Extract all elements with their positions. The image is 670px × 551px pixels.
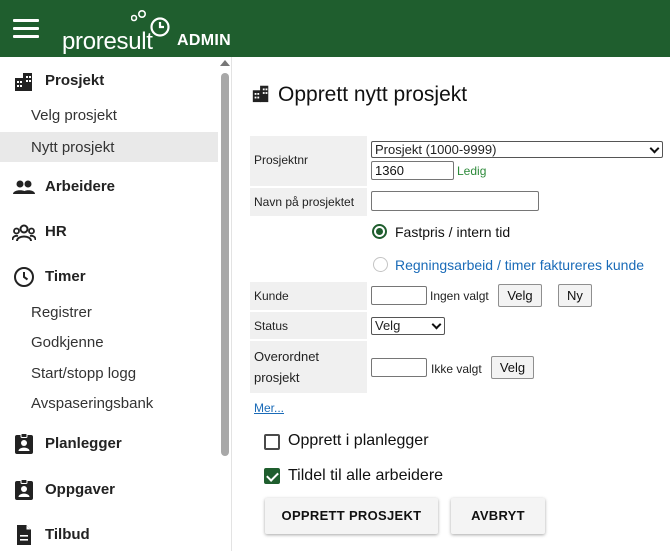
scroll-up-arrow-icon[interactable] — [220, 60, 230, 66]
radio-hourly-label[interactable]: Regningsarbeid / timer faktureres kunde — [395, 257, 644, 273]
availability-status: Ledig — [457, 164, 487, 178]
radio-hourly[interactable] — [373, 257, 388, 272]
overordnet-label-line2: prosjekt — [254, 370, 300, 385]
sidebar-item-godkjenne[interactable]: Godkjenne — [0, 327, 218, 357]
chevron-down-icon — [431, 319, 442, 330]
sidebar-item-label: Godkjenne — [31, 334, 104, 351]
project-number-value: 1360 — [375, 163, 404, 178]
main-content: Opprett nytt prosjekt Prosjektnr Prosjek… — [233, 57, 670, 551]
clock-icon — [14, 267, 34, 287]
sidebar-item-start-stopp-logg[interactable]: Start/stopp logg — [0, 358, 218, 388]
sidebar-group-label: Tilbud — [45, 526, 90, 543]
sidebar-group-label: Planlegger — [45, 435, 122, 452]
sidebar-group-label: Arbeidere — [45, 178, 116, 195]
new-customer-button[interactable]: Ny — [558, 284, 592, 307]
sidebar-group-label: Prosjekt — [45, 72, 105, 89]
parent-project-status: Ikke valgt — [431, 362, 482, 376]
customer-status: Ingen valgt — [430, 289, 489, 303]
navn-label: Navn på prosjektet — [254, 195, 355, 209]
logo-clock-icon — [131, 10, 170, 37]
kunde-label-cell: Kunde — [250, 282, 367, 310]
sidebar-item-registrer[interactable]: Registrer — [0, 297, 218, 327]
checkbox-assign-all-workers[interactable] — [264, 468, 280, 484]
select-parent-project-button[interactable]: Velg — [491, 356, 534, 379]
checkbox-assign-all-workers-label[interactable]: Tildel til alle arbeidere — [288, 467, 443, 485]
sidebar: Prosjekt Velg prosjekt Nytt prosjekt Arb… — [0, 57, 232, 551]
kunde-label: Kunde — [254, 289, 289, 303]
prosjektnr-label: Prosjektnr — [254, 153, 309, 167]
sidebar-scroll-thumb[interactable] — [221, 73, 229, 456]
document-icon — [17, 525, 31, 545]
overordnet-label-line1: Overordnet — [254, 349, 320, 364]
sidebar-item-label: Start/stopp logg — [31, 365, 137, 382]
buildings-icon — [15, 73, 32, 91]
status-select[interactable]: Velg — [371, 317, 445, 335]
sidebar-item-label: Avspaseringsbank — [31, 395, 154, 412]
sidebar-group-label: HR — [45, 223, 67, 240]
project-name-input[interactable] — [371, 191, 539, 211]
prosjektnr-label-cell: Prosjektnr — [250, 136, 367, 186]
badge-person-icon — [15, 479, 33, 500]
cancel-button[interactable]: AVBRYT — [451, 498, 545, 534]
sidebar-item-label: Velg prosjekt — [31, 107, 117, 124]
status-label-cell: Status — [250, 312, 367, 339]
status-select-value: Velg — [375, 318, 401, 333]
group-icon — [12, 224, 36, 242]
sidebar-item-planlegger[interactable]: Planlegger — [0, 428, 218, 458]
sidebar-item-oppgaver[interactable]: Oppgaver — [0, 474, 218, 504]
navn-label-cell: Navn på prosjektet — [250, 188, 367, 216]
buildings-icon — [252, 85, 269, 103]
top-bar: proresult ADMIN — [0, 0, 670, 57]
sidebar-item-arbeidere[interactable]: Arbeidere — [0, 171, 218, 201]
chevron-down-icon — [649, 143, 660, 154]
sidebar-item-label: Registrer — [31, 304, 92, 321]
parent-project-input[interactable] — [371, 358, 427, 377]
sidebar-item-tilbud[interactable]: Tilbud — [0, 519, 218, 549]
sidebar-item-nytt-prosjekt[interactable]: Nytt prosjekt — [0, 132, 218, 162]
page-title: Opprett nytt prosjekt — [278, 83, 468, 106]
checkbox-create-in-planner-label[interactable]: Opprett i planlegger — [288, 432, 429, 450]
sidebar-group-label: Timer — [45, 268, 86, 285]
sidebar-item-label: Nytt prosjekt — [31, 139, 115, 156]
more-link[interactable]: Mer... — [254, 401, 284, 415]
menu-icon[interactable] — [13, 19, 39, 39]
create-project-button[interactable]: OPPRETT PROSJEKT — [265, 498, 438, 534]
project-range-select[interactable]: Prosjekt (1000-9999) — [371, 141, 663, 158]
sidebar-item-prosjekt[interactable]: Prosjekt — [0, 65, 218, 95]
select-customer-button[interactable]: Velg — [498, 284, 542, 307]
sidebar-group-label: Oppgaver — [45, 481, 116, 498]
project-number-input[interactable]: 1360 — [371, 161, 454, 180]
sidebar-item-velg-prosjekt[interactable]: Velg prosjekt — [0, 100, 218, 130]
sidebar-item-avspaseringsbank[interactable]: Avspaseringsbank — [0, 388, 218, 418]
radio-fixed-price-label[interactable]: Fastpris / intern tid — [395, 224, 510, 240]
people-icon — [13, 180, 35, 194]
overordnet-label-cell: Overordnet prosjekt — [250, 341, 367, 393]
status-label: Status — [254, 319, 289, 333]
sidebar-item-hr[interactable]: HR — [0, 216, 218, 246]
project-range-value: Prosjekt (1000-9999) — [375, 142, 497, 157]
checkbox-create-in-planner[interactable] — [264, 434, 280, 450]
customer-input[interactable] — [371, 286, 427, 305]
radio-fixed-price[interactable] — [372, 224, 387, 239]
badge-person-icon — [15, 433, 33, 454]
logo-admin-badge: ADMIN — [177, 32, 231, 49]
sidebar-item-timer[interactable]: Timer — [0, 261, 218, 291]
